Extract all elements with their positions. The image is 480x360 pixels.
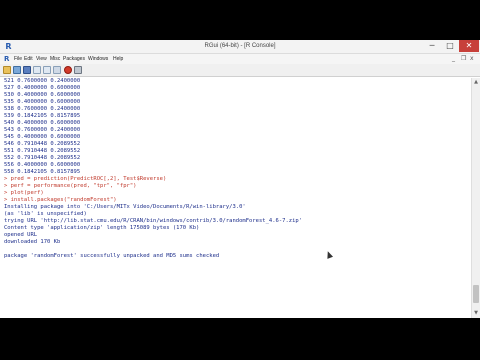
console-output-line: 538 0.7600000 0.2400000 <box>4 106 81 112</box>
console-output-line: package 'randomForest' successfully unpa… <box>4 253 220 259</box>
menu-packages[interactable]: Packages <box>63 55 85 63</box>
console-minimize-button[interactable]: _ <box>452 55 455 63</box>
minimize-button[interactable]: ─ <box>425 40 439 52</box>
r-console-window: R RGui (64-bit) - [R Console] ─ □ ✕ R Fi… <box>0 40 480 318</box>
console-output-line: 527 0.4000000 0.6000000 <box>4 85 81 91</box>
console-restore-button[interactable]: ❐ <box>461 55 466 63</box>
menu-view[interactable]: View <box>36 55 47 63</box>
menu-edit[interactable]: Edit <box>24 55 33 63</box>
console-command-line: > pred = prediction(PredictROC[,2], Test… <box>4 176 167 182</box>
scroll-up-icon[interactable]: ▲ <box>472 78 480 86</box>
console-close-button[interactable]: x <box>470 55 474 63</box>
save-workspace-icon[interactable] <box>23 66 31 74</box>
copy-icon[interactable] <box>33 66 41 74</box>
menu-windows[interactable]: Windows <box>88 55 108 63</box>
menu-help[interactable]: Help <box>113 55 123 63</box>
console-output-line: 552 0.7910448 0.2089552 <box>4 155 81 161</box>
copy-paste-icon[interactable] <box>53 66 61 74</box>
stop-icon[interactable] <box>64 66 72 74</box>
paste-icon[interactable] <box>43 66 51 74</box>
console-output-line: 535 0.4000000 0.6000000 <box>4 99 81 105</box>
console-output-line: Installing package into 'C:/Users/MITx V… <box>4 204 246 210</box>
console-output-line: 551 0.7910448 0.2089552 <box>4 148 81 154</box>
console-output-line: 539 0.1842105 0.8157895 <box>4 113 81 119</box>
console-output-line: 558 0.1842105 0.8157895 <box>4 169 81 175</box>
menu-misc[interactable]: Misc <box>50 55 60 63</box>
open-script-icon[interactable] <box>3 66 11 74</box>
console-output-line: Content type 'application/zip' length 17… <box>4 225 200 231</box>
r-console-icon: R <box>4 55 10 63</box>
console-output-line: trying URL 'http://lib.stat.cmu.edu/R/CR… <box>4 218 303 224</box>
console-output-line: downloaded 170 Kb <box>4 239 61 245</box>
console-output-line: 521 0.7600000 0.2400000 <box>4 78 81 84</box>
toolbar <box>0 64 480 77</box>
console-output-line: opened URL <box>4 232 38 238</box>
console-output-line: 540 0.4000000 0.6000000 <box>4 120 81 126</box>
console-command-line: > install.packages("randomForest") <box>4 197 117 203</box>
console-output-line: 556 0.4000000 0.6000000 <box>4 162 81 168</box>
vertical-scrollbar[interactable]: ▲ ▼ <box>471 78 480 318</box>
menu-bar: R File Edit View Misc Packages Windows H… <box>0 54 480 64</box>
maximize-button[interactable]: □ <box>443 40 457 52</box>
window-title: RGui (64-bit) - [R Console] <box>204 43 276 49</box>
print-icon[interactable] <box>74 66 82 74</box>
title-bar: R RGui (64-bit) - [R Console] ─ □ ✕ <box>0 40 480 54</box>
console-output-line: 545 0.4000000 0.6000000 <box>4 134 81 140</box>
close-button[interactable]: ✕ <box>459 40 479 52</box>
menu-file[interactable]: File <box>14 55 22 63</box>
console-output-line: 530 0.4000000 0.6000000 <box>4 92 81 98</box>
scroll-thumb[interactable] <box>473 285 479 303</box>
load-workspace-icon[interactable] <box>13 66 21 74</box>
console-command-line: > perf = performance(pred, "tpr", "fpr") <box>4 183 137 189</box>
console-output-line: 546 0.7910448 0.2089552 <box>4 141 81 147</box>
console-output[interactable]: 521 0.7600000 0.2400000 527 0.4000000 0.6… <box>0 78 470 318</box>
scroll-down-icon[interactable]: ▼ <box>472 309 480 317</box>
console-output-line: 543 0.7600000 0.2400000 <box>4 127 81 133</box>
console-command-line: > plot(perf) <box>4 190 44 196</box>
console-output-line: (as 'lib' is unspecified) <box>4 211 87 217</box>
